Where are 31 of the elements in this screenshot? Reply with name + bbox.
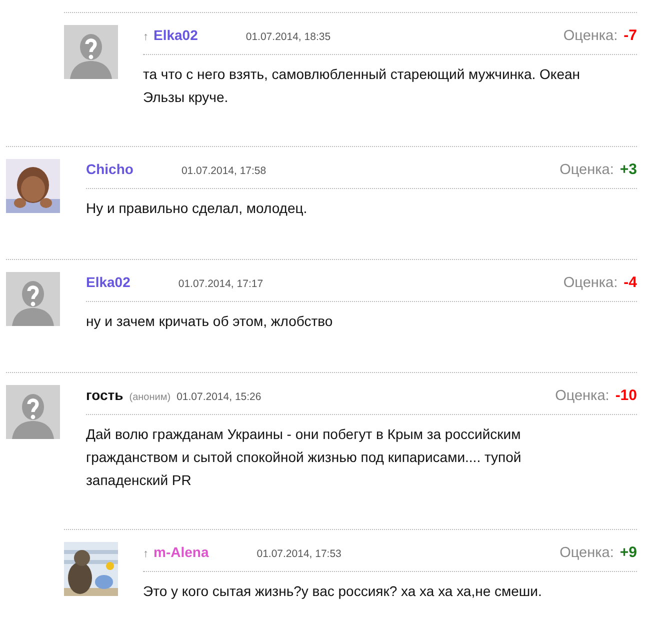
comment-date: 01.07.2014, 18:35 [246, 31, 331, 43]
comment-text: Это у кого сытая жизнь?у вас россияк? ха ха ха ха,не смеши. [143, 582, 543, 601]
comment-text: Дай волю гражданам Украины - они побегут в Крым за российским гражданством и сытой спокойной жизнью под кипарисами.... тупой западенский PR [86, 425, 522, 490]
default-avatar-icon [6, 272, 60, 326]
reply-arrow-icon: ↑ [143, 31, 148, 43]
score-value: -10 [615, 387, 637, 404]
default-avatar-icon [64, 25, 118, 79]
author-name[interactable]: Chicho [86, 161, 134, 177]
comment-date: 01.07.2014, 17:17 [178, 278, 264, 290]
comment-text: ну и зачем кричать об этом, жлобство [86, 312, 334, 331]
score-label: Оценка: [555, 388, 610, 404]
score-label: Оценка: [560, 162, 614, 178]
score-label: Оценка: [560, 545, 614, 561]
author-name[interactable]: m-Alena [154, 544, 209, 560]
score-label: Оценка: [563, 275, 618, 291]
anonymous-label: (аноним) [129, 392, 171, 403]
comment-date: 01.07.2014, 17:58 [181, 165, 266, 177]
score-value: -7 [624, 27, 637, 44]
author-name[interactable]: гость [86, 387, 124, 403]
score-value: +3 [620, 161, 637, 178]
reply-arrow-icon: ↑ [143, 548, 148, 560]
score-value: +9 [620, 544, 637, 561]
score-value: -4 [624, 274, 637, 291]
comment-text: та что с него взять, самовлюбленный стареющий мужчинка. Океан Эльзы круче. [143, 65, 581, 107]
comment-date: 01.07.2014, 17:53 [256, 548, 342, 560]
default-avatar-icon [6, 385, 60, 439]
author-name[interactable]: Elka02 [86, 274, 130, 290]
comment-text: Ну и правильно сделал, молодец. [86, 199, 308, 218]
comment-date: 01.07.2014, 15:26 [176, 391, 262, 403]
score-label: Оценка: [563, 28, 618, 44]
author-name[interactable]: Elka02 [154, 27, 198, 43]
